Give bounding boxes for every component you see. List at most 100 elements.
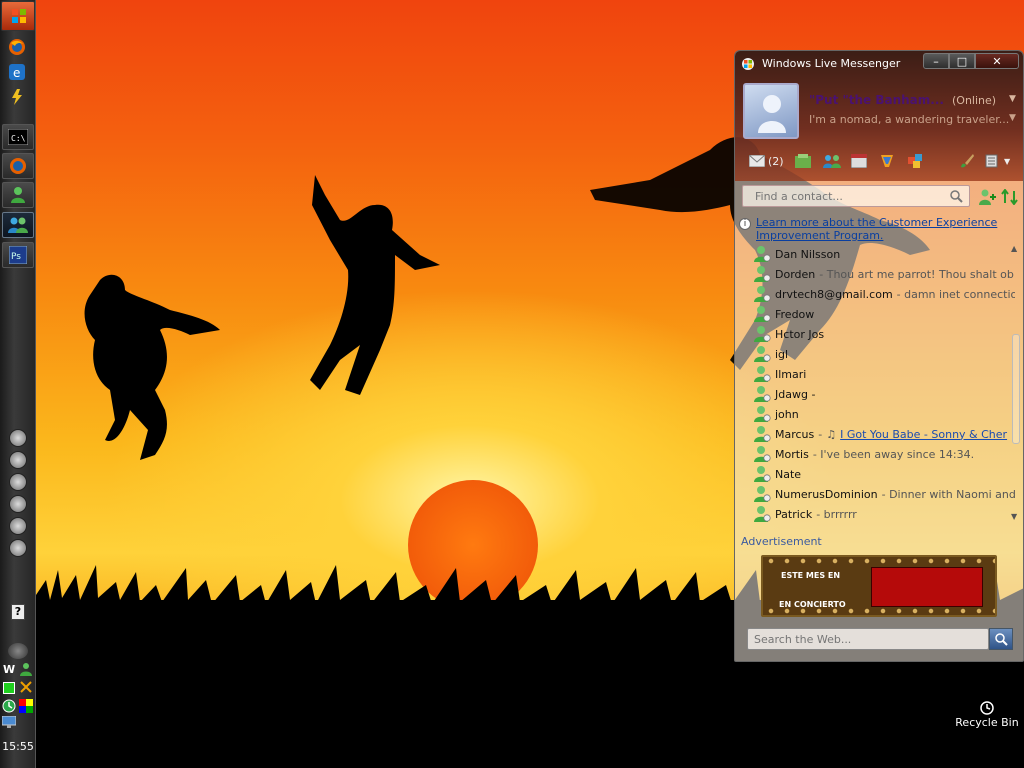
options-menu-button[interactable]: ▼ bbox=[985, 152, 1010, 170]
contact-list-item[interactable]: Fredow bbox=[753, 304, 1015, 324]
messenger-toolbar: (2) ▼ bbox=[735, 149, 1023, 173]
calendar-icon bbox=[851, 154, 867, 168]
media-stop-icon[interactable] bbox=[9, 451, 27, 469]
taskbar-clock[interactable]: 15:55 bbox=[0, 740, 36, 753]
contact-list-item[interactable]: Dorden - Thou art me parrot! Thou shalt o… bbox=[753, 264, 1015, 284]
messenger-titlebar[interactable]: Windows Live Messenger – □ ✕ bbox=[735, 51, 1023, 75]
tray-colors-icon[interactable] bbox=[19, 699, 33, 713]
status-selector[interactable]: (Online) bbox=[952, 94, 996, 107]
display-name[interactable]: "Put "the Banham... bbox=[809, 93, 944, 107]
contact-list-item[interactable]: Marcus - ♫ I Got You Babe - Sonny & Cher bbox=[753, 424, 1015, 444]
scroll-up-icon[interactable]: ▲ bbox=[1011, 244, 1017, 253]
search-icon[interactable] bbox=[949, 189, 963, 203]
contact-list-scrollbar[interactable]: ▲ ▼ bbox=[1009, 244, 1023, 524]
contact-name: NumerusDominion bbox=[775, 487, 878, 501]
windows-live-logo-icon bbox=[742, 58, 754, 70]
contact-name: Jdawg - bbox=[775, 387, 816, 401]
minimize-button[interactable]: – bbox=[923, 53, 949, 69]
maximize-button[interactable]: □ bbox=[949, 53, 975, 69]
ceip-learn-more-link[interactable]: Learn more about the Customer Experience… bbox=[756, 216, 1023, 242]
display-picture[interactable] bbox=[743, 83, 799, 139]
contact-list-item[interactable]: igl bbox=[753, 344, 1015, 364]
contact-list-item[interactable]: Patrick - brrrrrr bbox=[753, 504, 1015, 524]
taskbar-windows-live-messenger-button[interactable] bbox=[2, 212, 34, 238]
tray-green-icon[interactable] bbox=[3, 682, 15, 694]
contact-list-item[interactable]: NumerusDominion- Dinner with Naomi and t… bbox=[753, 484, 1015, 504]
help-icon[interactable]: ? bbox=[11, 604, 25, 620]
internet-explorer-quicklaunch-icon[interactable]: e bbox=[5, 61, 29, 83]
advertisement-banner[interactable]: ESTE MES EN EN CONCIERTO bbox=[761, 555, 997, 617]
contact-list-item[interactable]: Ilmari bbox=[753, 364, 1015, 384]
taskbar-messenger-contact-button[interactable] bbox=[2, 182, 34, 208]
contact-list-item[interactable]: Hctor Jos bbox=[753, 324, 1015, 344]
taskbar-photoshop-button[interactable]: Ps bbox=[2, 242, 34, 268]
ad-text-line1: ESTE MES EN bbox=[781, 571, 841, 580]
shopping-icon bbox=[881, 155, 893, 167]
contact-list-item[interactable]: Mortis - I've been away since 14:34. bbox=[753, 444, 1015, 464]
tray-weather-icon[interactable]: W bbox=[3, 663, 15, 676]
personal-message[interactable]: I'm a nomad, a wandering traveler... bbox=[809, 113, 1009, 126]
ceip-info-bar: i Learn more about the Customer Experien… bbox=[735, 215, 1023, 242]
contacts-group-button[interactable] bbox=[823, 152, 841, 170]
close-button[interactable]: ✕ bbox=[975, 53, 1019, 69]
contact-name: Dan Nilsson bbox=[775, 247, 841, 261]
mail-button[interactable]: (2) bbox=[749, 152, 784, 170]
messenger-header: Windows Live Messenger – □ ✕ "Put "the B… bbox=[735, 51, 1023, 181]
taskbar-firefox-button[interactable] bbox=[2, 153, 34, 179]
contact-list-item[interactable]: Nate bbox=[753, 464, 1015, 484]
media-next-icon[interactable] bbox=[9, 517, 27, 535]
recycle-bin[interactable]: Recycle Bin bbox=[950, 700, 1024, 744]
web-search-input[interactable] bbox=[747, 628, 989, 650]
windows-flag-icon bbox=[12, 9, 26, 23]
add-contact-icon[interactable] bbox=[979, 189, 997, 205]
paintbrush-icon bbox=[961, 154, 974, 168]
online-buddy-icon bbox=[754, 306, 771, 322]
media-play-icon[interactable] bbox=[9, 429, 27, 447]
contact-name: Patrick bbox=[775, 507, 813, 521]
contact-list-item[interactable]: Dan Nilsson bbox=[753, 244, 1015, 264]
contact-name: Ilmari bbox=[775, 367, 807, 381]
online-buddy-icon bbox=[754, 466, 771, 482]
taskbar-command-prompt-button[interactable]: C:\ bbox=[2, 124, 34, 150]
contact-personal-message: - I've been away since 14:34. bbox=[812, 447, 975, 461]
contact-personal-message: - damn inet connectio... bbox=[896, 287, 1015, 301]
sort-contacts-icon[interactable] bbox=[1001, 189, 1019, 205]
contact-list-item[interactable]: drvtech8@gmail.com - damn inet connectio.… bbox=[753, 284, 1015, 304]
contact-personal-message: - bbox=[818, 427, 823, 441]
tray-clock-icon[interactable] bbox=[2, 699, 16, 713]
contact-name: Nate bbox=[775, 467, 802, 481]
status-chevron-down-icon[interactable]: ▼ bbox=[1009, 94, 1016, 104]
taskbar-collapse-icon[interactable] bbox=[8, 643, 28, 659]
web-search-button[interactable] bbox=[989, 628, 1013, 650]
media-controls bbox=[4, 425, 32, 595]
recycle-bin-icon bbox=[980, 701, 994, 715]
shopping-button[interactable] bbox=[879, 152, 895, 170]
svg-text:Ps: Ps bbox=[11, 252, 21, 262]
now-playing-link[interactable]: I Got You Babe - Sonny & Cher bbox=[840, 428, 1007, 441]
contact-list-item[interactable]: Jdawg - bbox=[753, 384, 1015, 404]
find-contact-input[interactable] bbox=[742, 185, 970, 207]
tray-network-icon[interactable] bbox=[19, 680, 33, 694]
spaces-icon bbox=[795, 154, 811, 168]
media-previous-icon[interactable] bbox=[9, 473, 27, 491]
media-pause-icon[interactable] bbox=[9, 495, 27, 513]
scroll-thumb[interactable] bbox=[1012, 334, 1020, 444]
contact-name: Marcus bbox=[775, 427, 815, 441]
spaces-button[interactable] bbox=[795, 152, 811, 170]
contact-name: Hctor Jos bbox=[775, 327, 825, 341]
winamp-quicklaunch-icon[interactable] bbox=[5, 86, 29, 108]
tray-display-icon[interactable] bbox=[2, 716, 16, 728]
games-button[interactable] bbox=[907, 152, 923, 170]
contact-list-item[interactable]: john bbox=[753, 404, 1015, 424]
media-volume-icon[interactable] bbox=[9, 539, 27, 557]
scroll-down-icon[interactable]: ▼ bbox=[1011, 512, 1017, 521]
firefox-quicklaunch-icon[interactable] bbox=[5, 36, 29, 58]
customize-button[interactable] bbox=[959, 152, 975, 170]
personal-message-chevron-down-icon[interactable]: ▼ bbox=[1009, 113, 1016, 123]
start-button[interactable] bbox=[1, 1, 35, 31]
tray-messenger-icon[interactable] bbox=[19, 662, 33, 676]
window-title: Windows Live Messenger bbox=[762, 57, 901, 70]
calendar-button[interactable] bbox=[851, 152, 867, 170]
online-buddy-icon bbox=[754, 366, 771, 382]
mail-count: (2) bbox=[768, 154, 784, 168]
